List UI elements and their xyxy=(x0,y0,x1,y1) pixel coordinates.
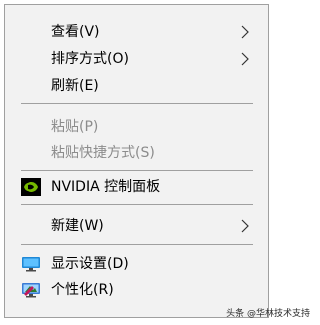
menu-item-personalize[interactable]: 个性化(R) xyxy=(5,277,268,302)
chevron-right-icon xyxy=(241,52,249,66)
menu-item-paste[interactable]: 粘贴(P) xyxy=(5,114,268,139)
menu-item-display-settings[interactable]: 显示设置(D) xyxy=(5,251,268,276)
menu-item-new[interactable]: 新建(W) xyxy=(5,213,268,238)
menu-separator xyxy=(21,103,253,104)
menu-separator xyxy=(21,204,253,205)
menu-item-label: 查看(V) xyxy=(51,23,100,40)
menu-item-label: 新建(W) xyxy=(51,217,104,234)
menu-item-sort-by[interactable]: 排序方式(O) xyxy=(5,46,268,71)
chevron-right-icon xyxy=(241,219,249,233)
menu-item-paste-shortcut[interactable]: 粘贴快捷方式(S) xyxy=(5,140,268,165)
chevron-right-icon xyxy=(241,25,249,39)
menu-item-view[interactable]: 查看(V) xyxy=(5,19,268,44)
menu-item-label: 粘贴(P) xyxy=(51,118,99,135)
menu-item-nvidia-control-panel[interactable]: NVIDIA 控制面板 xyxy=(5,174,268,199)
menu-item-label: 刷新(E) xyxy=(51,77,99,94)
context-menu: 查看(V) 排序方式(O) 刷新(E) 粘贴(P) 粘贴快捷方式(S) NVID… xyxy=(4,4,269,318)
menu-separator xyxy=(21,170,253,171)
menu-item-label: NVIDIA 控制面板 xyxy=(51,178,161,195)
menu-separator xyxy=(21,244,253,245)
nvidia-icon xyxy=(21,178,41,196)
menu-item-label: 粘贴快捷方式(S) xyxy=(51,144,155,161)
menu-item-label: 显示设置(D) xyxy=(51,255,129,272)
menu-item-label: 个性化(R) xyxy=(51,281,114,298)
menu-item-label: 排序方式(O) xyxy=(51,50,129,67)
watermark: 头条 @华林技术支持 xyxy=(226,309,310,319)
personalize-icon xyxy=(22,283,40,298)
menu-item-refresh[interactable]: 刷新(E) xyxy=(5,73,268,98)
display-settings-icon xyxy=(22,257,40,272)
